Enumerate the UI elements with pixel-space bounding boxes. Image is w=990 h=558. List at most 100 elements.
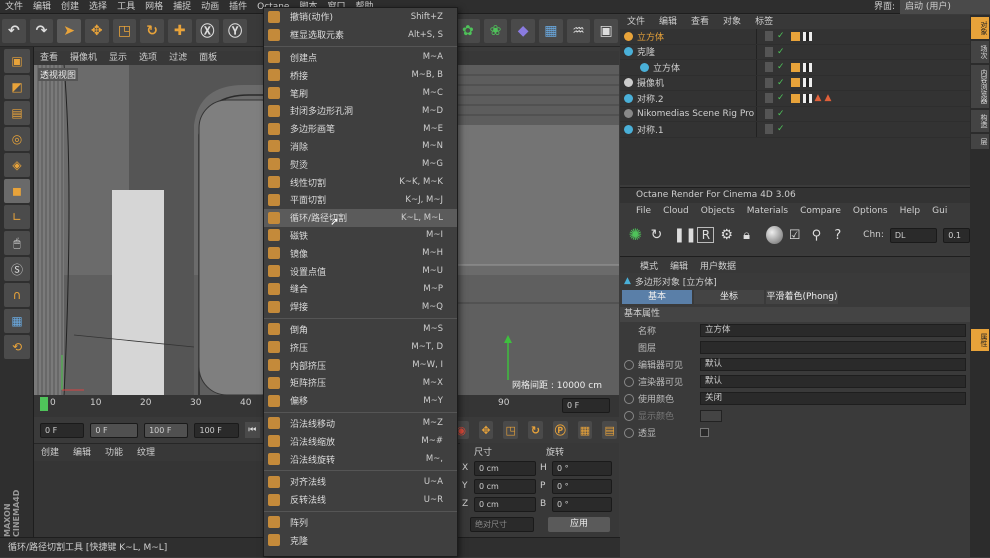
points-mode-icon[interactable]: ◎	[4, 127, 30, 151]
workplane-icon[interactable]: ▤	[4, 101, 30, 125]
environment-icon[interactable]: ♒	[566, 18, 591, 43]
check-icon[interactable]: ✓	[777, 31, 785, 41]
menu-item-2[interactable]: 创建	[56, 0, 84, 14]
radio-icon[interactable]	[624, 410, 634, 421]
check-icon[interactable]: ✓	[777, 47, 785, 57]
rotate-icon[interactable]: ↻	[140, 18, 164, 43]
size-field[interactable]: 0 cm	[474, 478, 536, 494]
context-menu-item[interactable]: 框显选取元素 Alt+S, S	[264, 26, 457, 44]
right-tab-3[interactable]: 构造	[971, 110, 989, 132]
octane-menu-item-7[interactable]: Gui	[926, 203, 953, 220]
model-mode-icon[interactable]: ▣	[4, 49, 30, 73]
visibility-dots-icon[interactable]	[765, 108, 773, 119]
apply-button[interactable]: 应用	[548, 517, 610, 532]
check-icon[interactable]: ✓	[777, 109, 785, 119]
attribute-field[interactable]: 默认	[700, 375, 966, 388]
context-menu-item[interactable]: 倒角 M~S	[264, 321, 457, 339]
octane-help-icon[interactable]: ?	[834, 228, 851, 243]
tag-icon[interactable]	[790, 31, 800, 41]
viewport-menu-item-2[interactable]: 显示	[103, 51, 133, 65]
menu-item-13[interactable]: 界面:	[869, 0, 900, 14]
checker-tag-icon[interactable]	[802, 62, 812, 72]
workplane-grid-icon[interactable]: ▦	[4, 309, 30, 333]
context-menu-item[interactable]: 撤销(动作) Shift+Z	[264, 8, 457, 26]
context-menu-item[interactable]: 桥接 M~B, B	[264, 66, 457, 84]
radio-icon[interactable]	[624, 359, 634, 370]
octane-check-icon[interactable]: ☑	[789, 228, 806, 243]
attribute-menu-item-2[interactable]: 用户数据	[694, 259, 742, 272]
edges-mode-icon[interactable]: ◈	[4, 153, 30, 177]
checker-tag-icon[interactable]	[802, 31, 812, 41]
context-menu-item[interactable]: 熨烫 M~G	[264, 155, 457, 173]
octane-restart-icon[interactable]: ↻	[651, 227, 668, 243]
object-row[interactable]: 克隆 ✓	[620, 44, 970, 60]
deformer-icon[interactable]: ◆	[511, 18, 535, 43]
material-menu-item-3[interactable]: 纹理	[130, 444, 162, 462]
context-menu-item[interactable]: 沿法线缩放 M~#	[264, 432, 457, 450]
octane-menu-item-5[interactable]: Options	[847, 203, 894, 220]
right-tab-0[interactable]: 对象	[971, 17, 989, 39]
menu-item-0[interactable]: 文件	[0, 0, 28, 14]
menu-item-7[interactable]: 动画	[196, 0, 224, 14]
viewport-menu-item-5[interactable]: 面板	[193, 51, 223, 65]
lock-workplane-icon[interactable]: ⟲	[4, 335, 30, 359]
menu-item-8[interactable]: 插件	[224, 0, 252, 14]
object-row[interactable]: 立方体 ✓	[620, 60, 970, 76]
context-menu-item[interactable]: 封闭多边形孔洞 M~D	[264, 102, 457, 120]
octane-menu-item-1[interactable]: Cloud	[657, 203, 695, 220]
menu-item-6[interactable]: 捕捉	[168, 0, 196, 14]
context-menu-item[interactable]: 磁铁 M~I	[264, 227, 457, 245]
attribute-field[interactable]: 关闭	[700, 392, 966, 405]
viewport-menu-item-4[interactable]: 过滤	[163, 51, 193, 65]
radio-icon[interactable]	[624, 376, 634, 387]
mograph-icon[interactable]: ❀	[483, 18, 508, 43]
tweak-icon[interactable]: 🖱	[4, 231, 30, 255]
add-icon[interactable]: ✚	[167, 18, 192, 43]
octane-settings-icon[interactable]: ⚙	[720, 227, 737, 243]
attribute-tab-0[interactable]: 基本	[622, 290, 692, 304]
live-select-icon[interactable]: ➤	[57, 18, 81, 43]
octane-region-icon[interactable]: R	[697, 227, 715, 243]
redo-icon[interactable]: ↷	[29, 18, 54, 43]
key-param-icon[interactable]: Ⓟ	[552, 421, 568, 439]
material-menu-item-1[interactable]: 编辑	[66, 444, 98, 462]
check-icon[interactable]: ✓	[777, 62, 785, 72]
right-tab-4[interactable]: 层	[971, 134, 989, 149]
texture-mode-icon[interactable]: ◩	[4, 75, 30, 99]
object-menu-item-4[interactable]: 标签	[748, 15, 780, 29]
visibility-dots-icon[interactable]	[765, 31, 773, 42]
axis-icon[interactable]: ∟	[4, 205, 30, 229]
end-frame-field[interactable]: 100 F	[194, 422, 239, 438]
key-move-icon[interactable]: ✥	[478, 421, 494, 439]
y-axis-icon[interactable]: Ⓨ	[223, 18, 247, 43]
visibility-dots-icon[interactable]	[765, 93, 773, 104]
camera-icon[interactable]: ▣	[594, 18, 618, 43]
attribute-field[interactable]: 默认	[700, 358, 966, 371]
menu-item-3[interactable]: 选择	[84, 0, 112, 14]
material-menu-item-0[interactable]: 创建	[34, 444, 66, 462]
visibility-dots-icon[interactable]	[765, 77, 773, 88]
attribute-tab-2[interactable]: 平滑着色(Phong)	[766, 290, 838, 304]
radio-icon[interactable]	[624, 427, 634, 438]
attribute-menu-item-1[interactable]: 编辑	[664, 259, 694, 272]
attribute-field[interactable]: 立方体	[700, 324, 966, 337]
display-color-swatch[interactable]	[700, 409, 722, 422]
context-menu-item[interactable]: 笔刷 M~C	[264, 84, 457, 102]
viewport-menu-item-1[interactable]: 摄像机	[64, 51, 103, 65]
checker-tag-icon[interactable]	[802, 78, 812, 88]
key-grid-icon[interactable]: ▦	[577, 421, 593, 439]
menu-item-1[interactable]: 编辑	[28, 0, 56, 14]
octane-menu-item-4[interactable]: Compare	[794, 203, 847, 220]
snap-icon[interactable]: Ⓢ	[4, 257, 30, 281]
warning-tag-icon[interactable]: ▲	[815, 93, 822, 103]
tag-icon[interactable]	[790, 62, 800, 72]
film-icon[interactable]: ▤	[602, 421, 618, 439]
range-end-field[interactable]: 100 F	[144, 422, 189, 438]
scale-icon[interactable]: ◳	[112, 18, 137, 43]
object-row[interactable]: 对称.2 ✓ ▲ ▲	[620, 91, 970, 107]
visibility-dots-icon[interactable]	[765, 46, 773, 57]
context-menu-item[interactable]: 缝合 M~P	[264, 280, 457, 298]
range-start-field[interactable]: 0 F	[90, 422, 139, 438]
tag-icon[interactable]	[790, 93, 800, 103]
octane-menu-item-3[interactable]: Materials	[741, 203, 794, 220]
